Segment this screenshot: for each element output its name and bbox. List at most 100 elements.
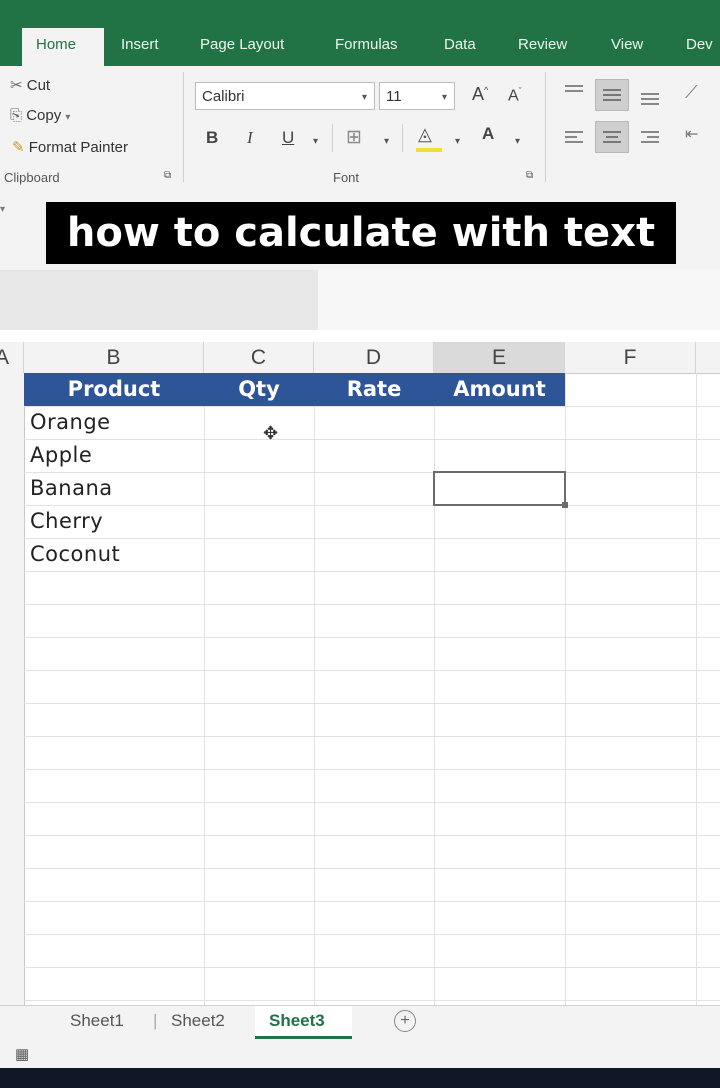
- table-cell-product[interactable]: Coconut: [30, 542, 120, 566]
- tab-formulas[interactable]: Formulas: [335, 36, 398, 53]
- chevron-down-icon[interactable]: ▾: [313, 136, 318, 147]
- bold-button[interactable]: B: [206, 128, 218, 148]
- tab-review[interactable]: Review: [518, 36, 567, 53]
- column-header-f[interactable]: F: [565, 342, 696, 373]
- format-painter-button[interactable]: ✎ Format Painter: [12, 138, 128, 156]
- gridline: [565, 373, 566, 1005]
- group-divider: [545, 72, 546, 182]
- tab-page-layout[interactable]: Page Layout: [200, 36, 284, 53]
- formula-input[interactable]: [318, 270, 720, 330]
- gridline: [24, 835, 720, 836]
- header-product[interactable]: Product: [24, 373, 204, 406]
- borders-icon[interactable]: ⊞: [346, 126, 362, 149]
- align-top-icon[interactable]: [565, 82, 583, 95]
- align-middle-icon: [603, 86, 621, 104]
- copy-label: Copy: [26, 107, 62, 124]
- gridline: [24, 967, 720, 968]
- gridline: [24, 670, 720, 671]
- gridline: [434, 373, 435, 1005]
- selected-cell[interactable]: [433, 471, 566, 506]
- table-cell-product[interactable]: Banana: [30, 476, 113, 500]
- tab-home[interactable]: Home: [36, 36, 76, 53]
- active-sheet-tab[interactable]: Sheet3: [255, 1006, 352, 1039]
- sheet-tab-bar: Sheet1 | Sheet2 Sheet3 +: [0, 1005, 720, 1042]
- align-right-icon[interactable]: [641, 128, 659, 146]
- gridline: [24, 703, 720, 704]
- gridline: [24, 637, 720, 638]
- chevron-down-icon[interactable]: ▾: [384, 136, 389, 147]
- gridline: [204, 373, 205, 1005]
- indent-icon[interactable]: ⇤: [685, 124, 698, 144]
- chevron-down-icon: ▾: [65, 112, 71, 123]
- header-amount[interactable]: Amount: [434, 373, 565, 406]
- ribbon: ✂ Cut ⎘ Copy ▾ ✎ Format Painter Clipboar…: [0, 66, 720, 191]
- gridline: [24, 571, 720, 572]
- status-bar: ▦: [0, 1041, 720, 1068]
- copy-icon: ⎘: [10, 107, 23, 124]
- align-bottom-icon[interactable]: [641, 90, 659, 108]
- header-rate[interactable]: Rate: [314, 373, 434, 406]
- gridline: [24, 406, 720, 407]
- orientation-icon[interactable]: ⟋: [685, 82, 698, 103]
- chevron-down-icon[interactable]: ▾: [442, 92, 447, 103]
- table-cell-product[interactable]: Apple: [30, 443, 92, 467]
- align-left-icon[interactable]: [565, 128, 583, 146]
- gridline: [24, 505, 720, 506]
- font-launcher-icon[interactable]: ⧉: [526, 170, 533, 181]
- formula-bar: [0, 270, 318, 330]
- worksheet-grid[interactable]: [24, 373, 720, 1005]
- fill-handle[interactable]: [562, 502, 568, 508]
- shrink-font-button[interactable]: Aˇ: [508, 86, 522, 105]
- tab-insert[interactable]: Insert: [121, 36, 159, 53]
- name-box-chevron-icon[interactable]: ▾: [0, 204, 5, 215]
- gridline: [24, 439, 720, 440]
- table-cell-product[interactable]: Orange: [30, 410, 111, 434]
- clipboard-launcher-icon[interactable]: ⧉: [164, 170, 171, 181]
- font-size-value: 11: [386, 88, 402, 105]
- copy-button[interactable]: ⎘ Copy ▾: [10, 107, 70, 124]
- group-divider: [183, 72, 184, 182]
- column-header-a[interactable]: A: [0, 342, 24, 373]
- add-sheet-icon[interactable]: +: [394, 1010, 416, 1032]
- divider: [402, 124, 403, 152]
- underline-button[interactable]: U: [282, 128, 294, 148]
- sheet-tab-1[interactable]: Sheet1: [70, 1011, 124, 1031]
- grow-font-label: A: [472, 84, 485, 104]
- sheet-tab-2[interactable]: Sheet2: [171, 1011, 225, 1031]
- column-header-e[interactable]: E: [434, 342, 565, 373]
- tab-data[interactable]: Data: [444, 36, 476, 53]
- clipboard-group-label: Clipboard: [4, 170, 60, 185]
- gridline: [314, 373, 315, 1005]
- grow-font-button[interactable]: A^: [472, 84, 488, 105]
- gridline: [24, 604, 720, 605]
- column-header-c[interactable]: C: [204, 342, 314, 373]
- table-cell-product[interactable]: Cherry: [30, 509, 103, 533]
- paintbrush-icon: ✎: [12, 139, 25, 156]
- chevron-down-icon[interactable]: ▾: [362, 92, 367, 103]
- header-qty[interactable]: Qty: [204, 373, 314, 406]
- tab-view[interactable]: View: [611, 36, 643, 53]
- tab-developer[interactable]: Dev: [686, 36, 713, 53]
- font-color-button[interactable]: A: [482, 124, 494, 144]
- page-view-icon[interactable]: ▦: [15, 1045, 29, 1063]
- tab-separator: |: [153, 1011, 158, 1030]
- shrink-font-label: A: [508, 87, 519, 105]
- fill-color-icon[interactable]: ◬: [416, 124, 442, 152]
- column-headers: A B C D E F: [0, 342, 720, 374]
- column-header-d[interactable]: D: [314, 342, 434, 373]
- italic-button[interactable]: I: [247, 128, 253, 148]
- gridline: [696, 373, 697, 1005]
- font-name-combo[interactable]: Calibri: [195, 82, 375, 110]
- chevron-down-icon[interactable]: ▾: [515, 136, 520, 147]
- gridline: [24, 901, 720, 902]
- gridline: [24, 538, 720, 539]
- column-header-b[interactable]: B: [24, 342, 204, 373]
- align-center-icon: [603, 128, 621, 146]
- font-group-label: Font: [333, 170, 360, 185]
- gridline: [24, 934, 720, 935]
- gridline: [24, 769, 720, 770]
- chevron-down-icon[interactable]: ▾: [455, 136, 460, 147]
- sheet-tab-3[interactable]: Sheet3: [269, 1011, 325, 1031]
- cut-button[interactable]: ✂ Cut: [10, 76, 50, 94]
- row-headers[interactable]: [0, 373, 25, 1005]
